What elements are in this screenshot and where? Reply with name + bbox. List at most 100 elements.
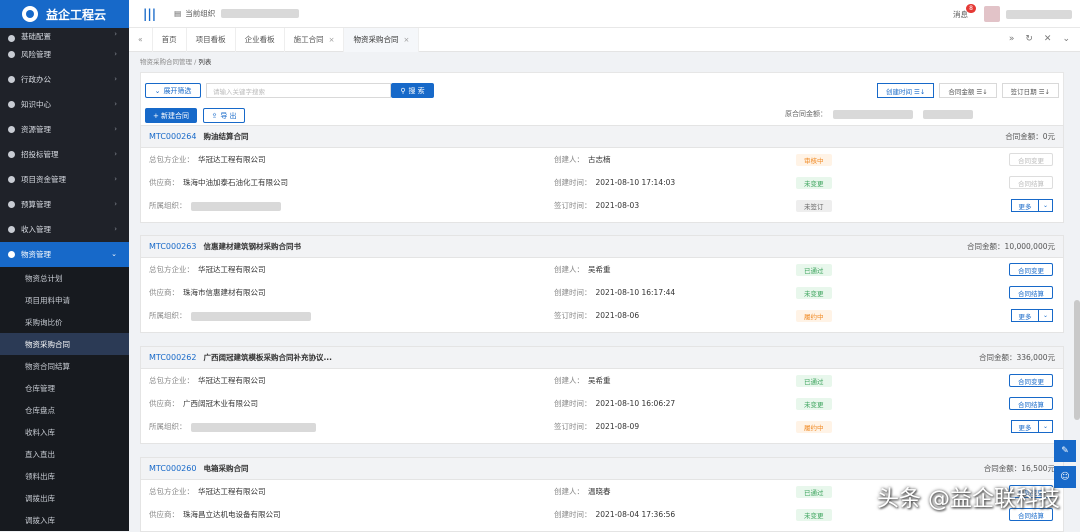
more-dropdown[interactable]: 更多 ⌄ <box>1011 199 1053 212</box>
change-contract-button[interactable]: 合同变更 <box>1009 153 1053 166</box>
contract-number-link[interactable]: MTC000262 <box>149 353 196 362</box>
contract-amount: 合同金额：336,000元 <box>979 352 1055 363</box>
refresh-icon[interactable]: ↻ <box>1025 34 1033 44</box>
sidebar-sub-item[interactable]: 项目用料申请 <box>0 289 129 311</box>
sidebar-item-bidding[interactable]: 招投标管理 › <box>0 142 129 167</box>
sidebar-sub-label: 调拨入库 <box>25 515 55 525</box>
org-field: 总包方企业： 华冠达工程有限公司 <box>149 375 266 386</box>
search-button[interactable]: ⚲ 搜 索 <box>391 83 434 98</box>
field-value: 珠海昌立达机电设备有限公司 <box>183 510 281 519</box>
sidebar-sub-item-active[interactable]: 物资采购合同 <box>0 333 129 355</box>
chevron-right-icon: › <box>114 100 117 108</box>
sidebar-sub-label: 调拨出库 <box>25 493 55 503</box>
sidebar-sub-item[interactable]: 物资合同结算 <box>0 355 129 377</box>
sidebar-item-label: 招投标管理 <box>21 150 59 159</box>
contract-number-link[interactable]: MTC000260 <box>149 464 196 473</box>
tab-material-contract[interactable]: 物资采购合同 × <box>344 27 420 52</box>
sort-amount[interactable]: 合同金额 ☰↓ <box>939 83 997 98</box>
shield-icon <box>8 51 15 58</box>
new-contract-button[interactable]: + 新建合同 <box>145 108 197 123</box>
sidebar-item-funds[interactable]: 项目资金管理 › <box>0 167 129 192</box>
sidebar-sub-item[interactable]: 直入直出 <box>0 443 129 465</box>
feedback-icon[interactable]: ✎ <box>1054 440 1076 462</box>
sidebar-item-knowledge[interactable]: 知识中心 › <box>0 92 129 117</box>
app-logo[interactable]: 益企工程云 <box>0 0 129 28</box>
sidebar-item-risk[interactable]: 风险管理 › <box>0 42 129 67</box>
sidebar-sub-item[interactable]: 仓库管理 <box>0 377 129 399</box>
chevron-down-icon[interactable]: ⌄ <box>1039 309 1053 322</box>
sidebar-sub-item[interactable]: 采购询比价 <box>0 311 129 333</box>
chevron-right-icon: › <box>114 150 117 158</box>
export-button[interactable]: ⇪ 导 出 <box>203 108 245 123</box>
sidebar-item-label: 预算管理 <box>21 200 51 209</box>
sidebar-sub-item[interactable]: 调拨出库 <box>0 487 129 509</box>
more-button[interactable]: 更多 <box>1011 199 1039 212</box>
sidebar-item-income[interactable]: 收入管理 › <box>0 217 129 242</box>
status-badge: 已通过 <box>796 263 832 276</box>
breadcrumb-parent[interactable]: 物资采购合同管理 <box>140 58 192 66</box>
more-button[interactable]: 更多 <box>1011 420 1039 433</box>
close-icon[interactable]: × <box>329 36 335 44</box>
chevron-down-icon[interactable]: ⌄ <box>1062 34 1070 44</box>
field-value: 2021-08-10 17:14:03 <box>595 178 676 187</box>
tab-project-board[interactable]: 项目看板 <box>187 27 236 52</box>
change-contract-button[interactable]: 合同变更 <box>1009 374 1053 387</box>
sidebar-item-materials[interactable]: 物资管理 ⌄ <box>0 242 129 267</box>
more-dropdown[interactable]: 更多 ⌄ <box>1011 420 1053 433</box>
more-button[interactable]: 更多 <box>1011 309 1039 322</box>
field-label: 供应商： <box>149 288 179 297</box>
field-label: 创建时间： <box>554 399 592 408</box>
close-all-icon[interactable]: ✕ <box>1044 34 1052 44</box>
sidebar-item-budget[interactable]: 预算管理 › <box>0 192 129 217</box>
scrollbar[interactable] <box>1074 300 1080 420</box>
chevron-down-icon[interactable]: ⌄ <box>1039 420 1053 433</box>
change-contract-button[interactable]: 合同变更 <box>1009 263 1053 276</box>
close-icon[interactable]: × <box>403 36 409 44</box>
tabs-scroll-left-icon[interactable]: « <box>129 27 153 52</box>
field-value: 温晓春 <box>588 487 611 496</box>
book-icon <box>8 101 15 108</box>
blurred-dept <box>190 422 316 432</box>
created-field: 创建时间： 2021-08-10 16:06:27 <box>554 398 675 409</box>
sidebar-sub-item[interactable]: 仓库盘点 <box>0 399 129 421</box>
field-value: 华冠达工程有限公司 <box>198 155 266 164</box>
tab-enterprise-board[interactable]: 企业看板 <box>236 27 285 52</box>
field-label: 总包方企业： <box>149 376 194 385</box>
avatar[interactable] <box>984 6 1000 22</box>
sidebar-sub-item[interactable]: 物资总计划 <box>0 267 129 289</box>
sidebar-item-office[interactable]: 行政办公 › <box>0 67 129 92</box>
field-value: 2021-08-10 16:06:27 <box>595 399 676 408</box>
tab-construction-contract[interactable]: 施工合同 × <box>285 27 345 52</box>
field-label: 创建人： <box>554 265 584 274</box>
contract-number-link[interactable]: MTC000264 <box>149 132 196 141</box>
sort-created-time[interactable]: 创建时间 ☰↓ <box>876 83 935 98</box>
sidebar-sub-item[interactable]: 领料出库 <box>0 465 129 487</box>
settle-contract-button[interactable]: 合同结算 <box>1009 397 1053 410</box>
sidebar-sub-item[interactable]: 收料入库 <box>0 421 129 443</box>
expand-filter-button[interactable]: ⌄ 展开筛选 <box>145 83 201 98</box>
contract-number-link[interactable]: MTC000263 <box>149 242 196 251</box>
tabs-scroll-right-icon[interactable]: » <box>1009 34 1015 44</box>
export-icon: ⇪ <box>211 111 218 120</box>
menu-toggle-icon[interactable]: ||| <box>143 7 156 21</box>
change-status-badge: 未变更 <box>796 176 832 189</box>
settle-contract-button[interactable]: 合同结算 <box>1009 176 1053 189</box>
tab-home[interactable]: 首页 <box>153 27 187 52</box>
sidebar-item-base-config[interactable]: 基础配置 › <box>0 28 129 42</box>
chevron-down-icon[interactable]: ⌄ <box>1039 199 1053 212</box>
contract-header: MTC000263 信惠建材建筑钢材采购合同书 合同金额：10,000,000元 <box>141 236 1063 258</box>
current-org[interactable]: ▤ 当前组织 <box>174 8 300 19</box>
more-dropdown[interactable]: 更多 ⌄ <box>1011 309 1053 322</box>
filter-panel: ⌄ 展开筛选 请输入关键字搜索 ⚲ 搜 索 + 新建合同 ⇪ 导 出 创建时间 ☰↓ … <box>140 72 1064 126</box>
search-icon: ⚲ <box>400 86 406 95</box>
sidebar-item-label: 物资管理 <box>21 250 51 259</box>
sidebar-sub-label: 物资合同结算 <box>25 361 70 371</box>
creator-field: 创建人： 吴希重 <box>554 264 611 275</box>
search-input[interactable]: 请输入关键字搜索 <box>206 83 391 98</box>
settle-contract-button[interactable]: 合同结算 <box>1009 286 1053 299</box>
field-label: 创建人： <box>554 487 584 496</box>
sidebar-sub-item[interactable]: 调拨入库 <box>0 509 129 531</box>
sign-status-badge: 未签订 <box>796 199 832 212</box>
sidebar-item-resource[interactable]: 资源管理 › <box>0 117 129 142</box>
sort-signed-date[interactable]: 签订日期 ☰↓ <box>1001 83 1059 98</box>
